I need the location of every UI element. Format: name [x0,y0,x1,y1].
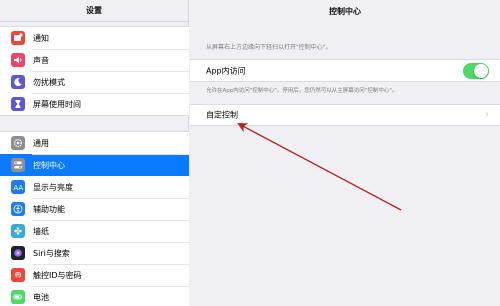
sidebar-item-siri[interactable]: Siri与搜索 [0,242,189,264]
sidebar-header: 设置 [0,0,188,22]
sidebar-item-accessibility[interactable]: 辅助功能 [0,198,189,220]
sidebar-item-general[interactable]: 通用 [0,132,189,154]
toggle-knob [474,64,488,78]
main-header: 控制中心 [190,0,500,22]
control-center-pane: 控制中心 从屏幕右上方边缘向下轻扫以打开"控制中心"。 App内访问 允许在Ap… [190,0,500,306]
speaker-icon [11,53,25,67]
page-title: 控制中心 [329,6,361,16]
notifications-icon [11,31,25,45]
sidebar-group-system: 通用 控制中心 AA 显示与亮度 辅助功能 墙纸 Siri与搜索 触控ID与密码… [0,131,189,306]
sidebar-item-label: 勿扰模式 [33,77,65,87]
sidebar-item-label: 触控ID与密码 [33,270,82,280]
sidebar-item-label: 通知 [33,33,49,43]
fingerprint-icon [11,268,25,282]
sidebar-title: 设置 [86,6,102,15]
sidebar-item-control-center[interactable]: 控制中心 [0,154,189,176]
siri-icon [11,246,25,260]
sidebar-item-screen-time[interactable]: 屏幕使用时间 [0,93,189,115]
sidebar-item-label: 通用 [33,138,49,148]
moon-icon [11,75,25,89]
sidebar-item-display[interactable]: AA 显示与亮度 [0,176,189,198]
sidebar-item-touch-id[interactable]: 触控ID与密码 [0,264,189,286]
sidebar-item-label: 声音 [33,55,49,65]
access-within-apps-row: App内访问 [190,59,500,82]
gear-icon [11,136,25,150]
sidebar-group-alerts: 通知 声音 勿扰模式 屏幕使用时间 [0,26,189,116]
switches-icon [11,158,25,172]
swipe-hint: 从屏幕右上方边缘向下轻扫以打开"控制中心"。 [206,44,332,51]
chevron-right-icon: › [485,110,489,120]
svg-text:AA: AA [13,184,23,192]
sidebar-item-label: Siri与搜索 [33,248,70,258]
customize-controls-row[interactable]: 自定控制 › [190,104,500,126]
sidebar-item-wallpaper[interactable]: 墙纸 [0,220,189,242]
battery-icon [11,290,25,304]
hourglass-icon [11,97,25,111]
sidebar-item-label: 屏幕使用时间 [33,99,81,109]
sidebar-item-do-not-disturb[interactable]: 勿扰模式 [0,71,189,93]
sidebar-item-label: 显示与亮度 [33,182,73,192]
accessibility-icon [11,202,25,216]
sidebar-item-label: 控制中心 [33,160,65,170]
text-size-icon: AA [11,180,25,194]
sidebar-item-notifications[interactable]: 通知 [0,27,189,49]
sidebar-item-battery[interactable]: 电池 [0,286,189,306]
customize-controls-label: 自定控制 [206,110,238,120]
access-within-apps-label: App内访问 [206,66,246,75]
sidebar-item-sounds[interactable]: 声音 [0,49,189,71]
access-description: 允许在App内访问"控制中心"。停用后，您仍然可以从主屏幕访问"控制中心"。 [206,88,398,94]
sidebar-item-label: 电池 [33,292,49,302]
access-within-apps-toggle[interactable] [463,63,489,79]
flower-icon [11,224,25,238]
sidebar-item-label: 辅助功能 [33,204,65,214]
sidebar-item-label: 墙纸 [33,226,49,236]
settings-sidebar: 设置 通知 声音 勿扰模式 屏幕使用时间 通用 控制中心 AA 显示与亮度 辅助… [0,0,189,306]
